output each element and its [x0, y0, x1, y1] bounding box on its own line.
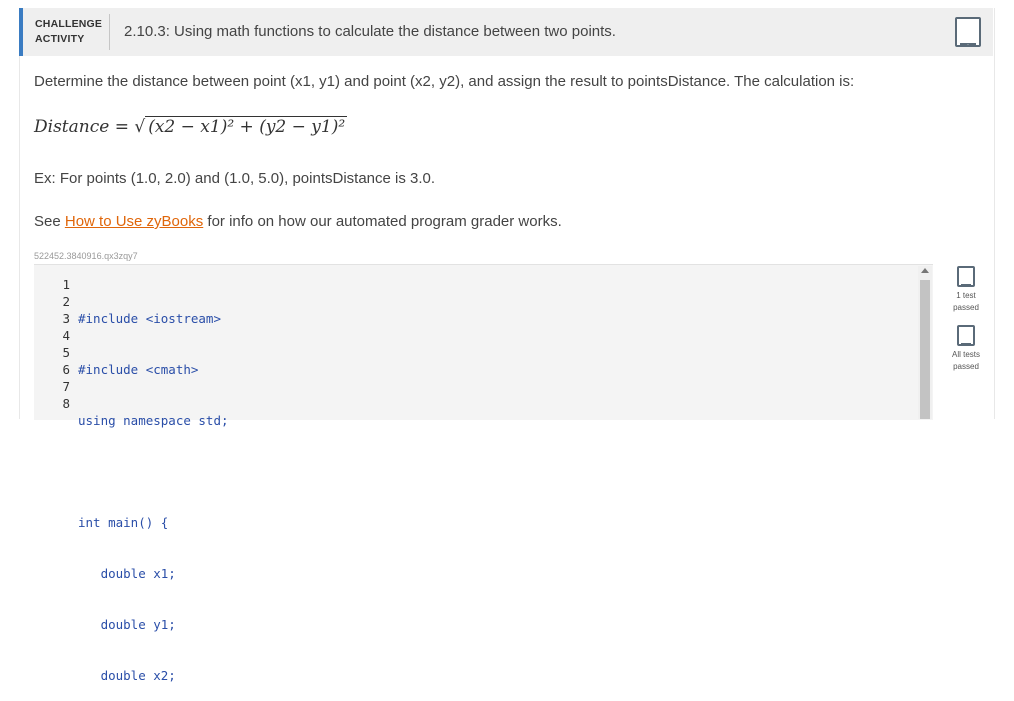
activity-header: CHALLENGE ACTIVITY 2.10.3: Using math fu…: [19, 8, 993, 56]
code-line[interactable]: double x2;: [78, 667, 229, 684]
line-number-gutter: 1 2 3 4 5 6 7 8: [34, 276, 70, 412]
activity-title: 2.10.3: Using math functions to calculat…: [124, 23, 616, 40]
code-line[interactable]: double y1;: [78, 616, 229, 633]
test-status-line2: passed: [953, 303, 979, 312]
header-divider: [109, 14, 110, 50]
test-status-line1: 1 test: [956, 291, 976, 300]
code-line[interactable]: int main() {: [78, 514, 229, 531]
code-line[interactable]: #include <iostream>: [78, 310, 229, 327]
all-tests-line1: All tests: [951, 350, 980, 359]
activity-id: 522452.3840916.qx3zqy7: [34, 251, 138, 261]
line-number: 5: [62, 345, 70, 360]
line-number: 7: [62, 379, 70, 394]
test-checkbox-icon: [957, 266, 975, 287]
code-line[interactable]: double x1;: [78, 565, 229, 582]
scroll-up-arrow-icon[interactable]: [921, 268, 929, 273]
editor-scrollbar[interactable]: [918, 266, 932, 419]
line-number: 6: [62, 362, 70, 377]
how-to-use-link[interactable]: How to Use zyBooks: [65, 213, 203, 230]
completion-checkbox-icon: [955, 17, 981, 47]
line-number: 8: [62, 396, 70, 411]
help-suffix: for info on how our automated program gr…: [203, 213, 562, 230]
test-checkbox-icon: [957, 325, 975, 346]
code-line[interactable]: [78, 463, 229, 480]
line-number: 1: [62, 277, 70, 292]
line-number: 4: [62, 328, 70, 343]
formula-radicand: (x2 − x1)² + (y2 − y1)²: [145, 116, 348, 137]
distance-formula: Distance = √ (x2 − x1)² + (y2 − y1)²: [34, 116, 348, 137]
example-text: Ex: For points (1.0, 2.0) and (1.0, 5.0)…: [34, 170, 436, 187]
formula-equals: =: [114, 117, 129, 137]
test-status-1: 1 test passed: [944, 266, 988, 314]
all-tests-label: All tests passed: [944, 349, 988, 373]
sqrt-icon: √: [134, 117, 146, 137]
activity-type-label: CHALLENGE ACTIVITY: [35, 17, 102, 47]
line-number: 3: [62, 311, 70, 326]
help-prefix: See: [34, 213, 65, 230]
instructions-text: Determine the distance between point (x1…: [34, 73, 855, 90]
code-line[interactable]: using namespace std;: [78, 412, 229, 429]
activity-type-line1: CHALLENGE: [35, 18, 103, 30]
formula-lhs: Distance: [34, 117, 110, 137]
all-tests-line2: passed: [953, 362, 979, 371]
activity-type-line2: ACTIVITY: [35, 33, 85, 45]
test-status-all: All tests passed: [944, 325, 988, 373]
test-status-label: 1 test passed: [944, 290, 988, 314]
code-line[interactable]: #include <cmath>: [78, 361, 229, 378]
help-text: See How to Use zyBooks for info on how o…: [34, 213, 562, 230]
line-number: 2: [62, 294, 70, 309]
scrollbar-thumb[interactable]: [920, 280, 930, 419]
code-content[interactable]: #include <iostream> #include <cmath> usi…: [78, 276, 229, 701]
